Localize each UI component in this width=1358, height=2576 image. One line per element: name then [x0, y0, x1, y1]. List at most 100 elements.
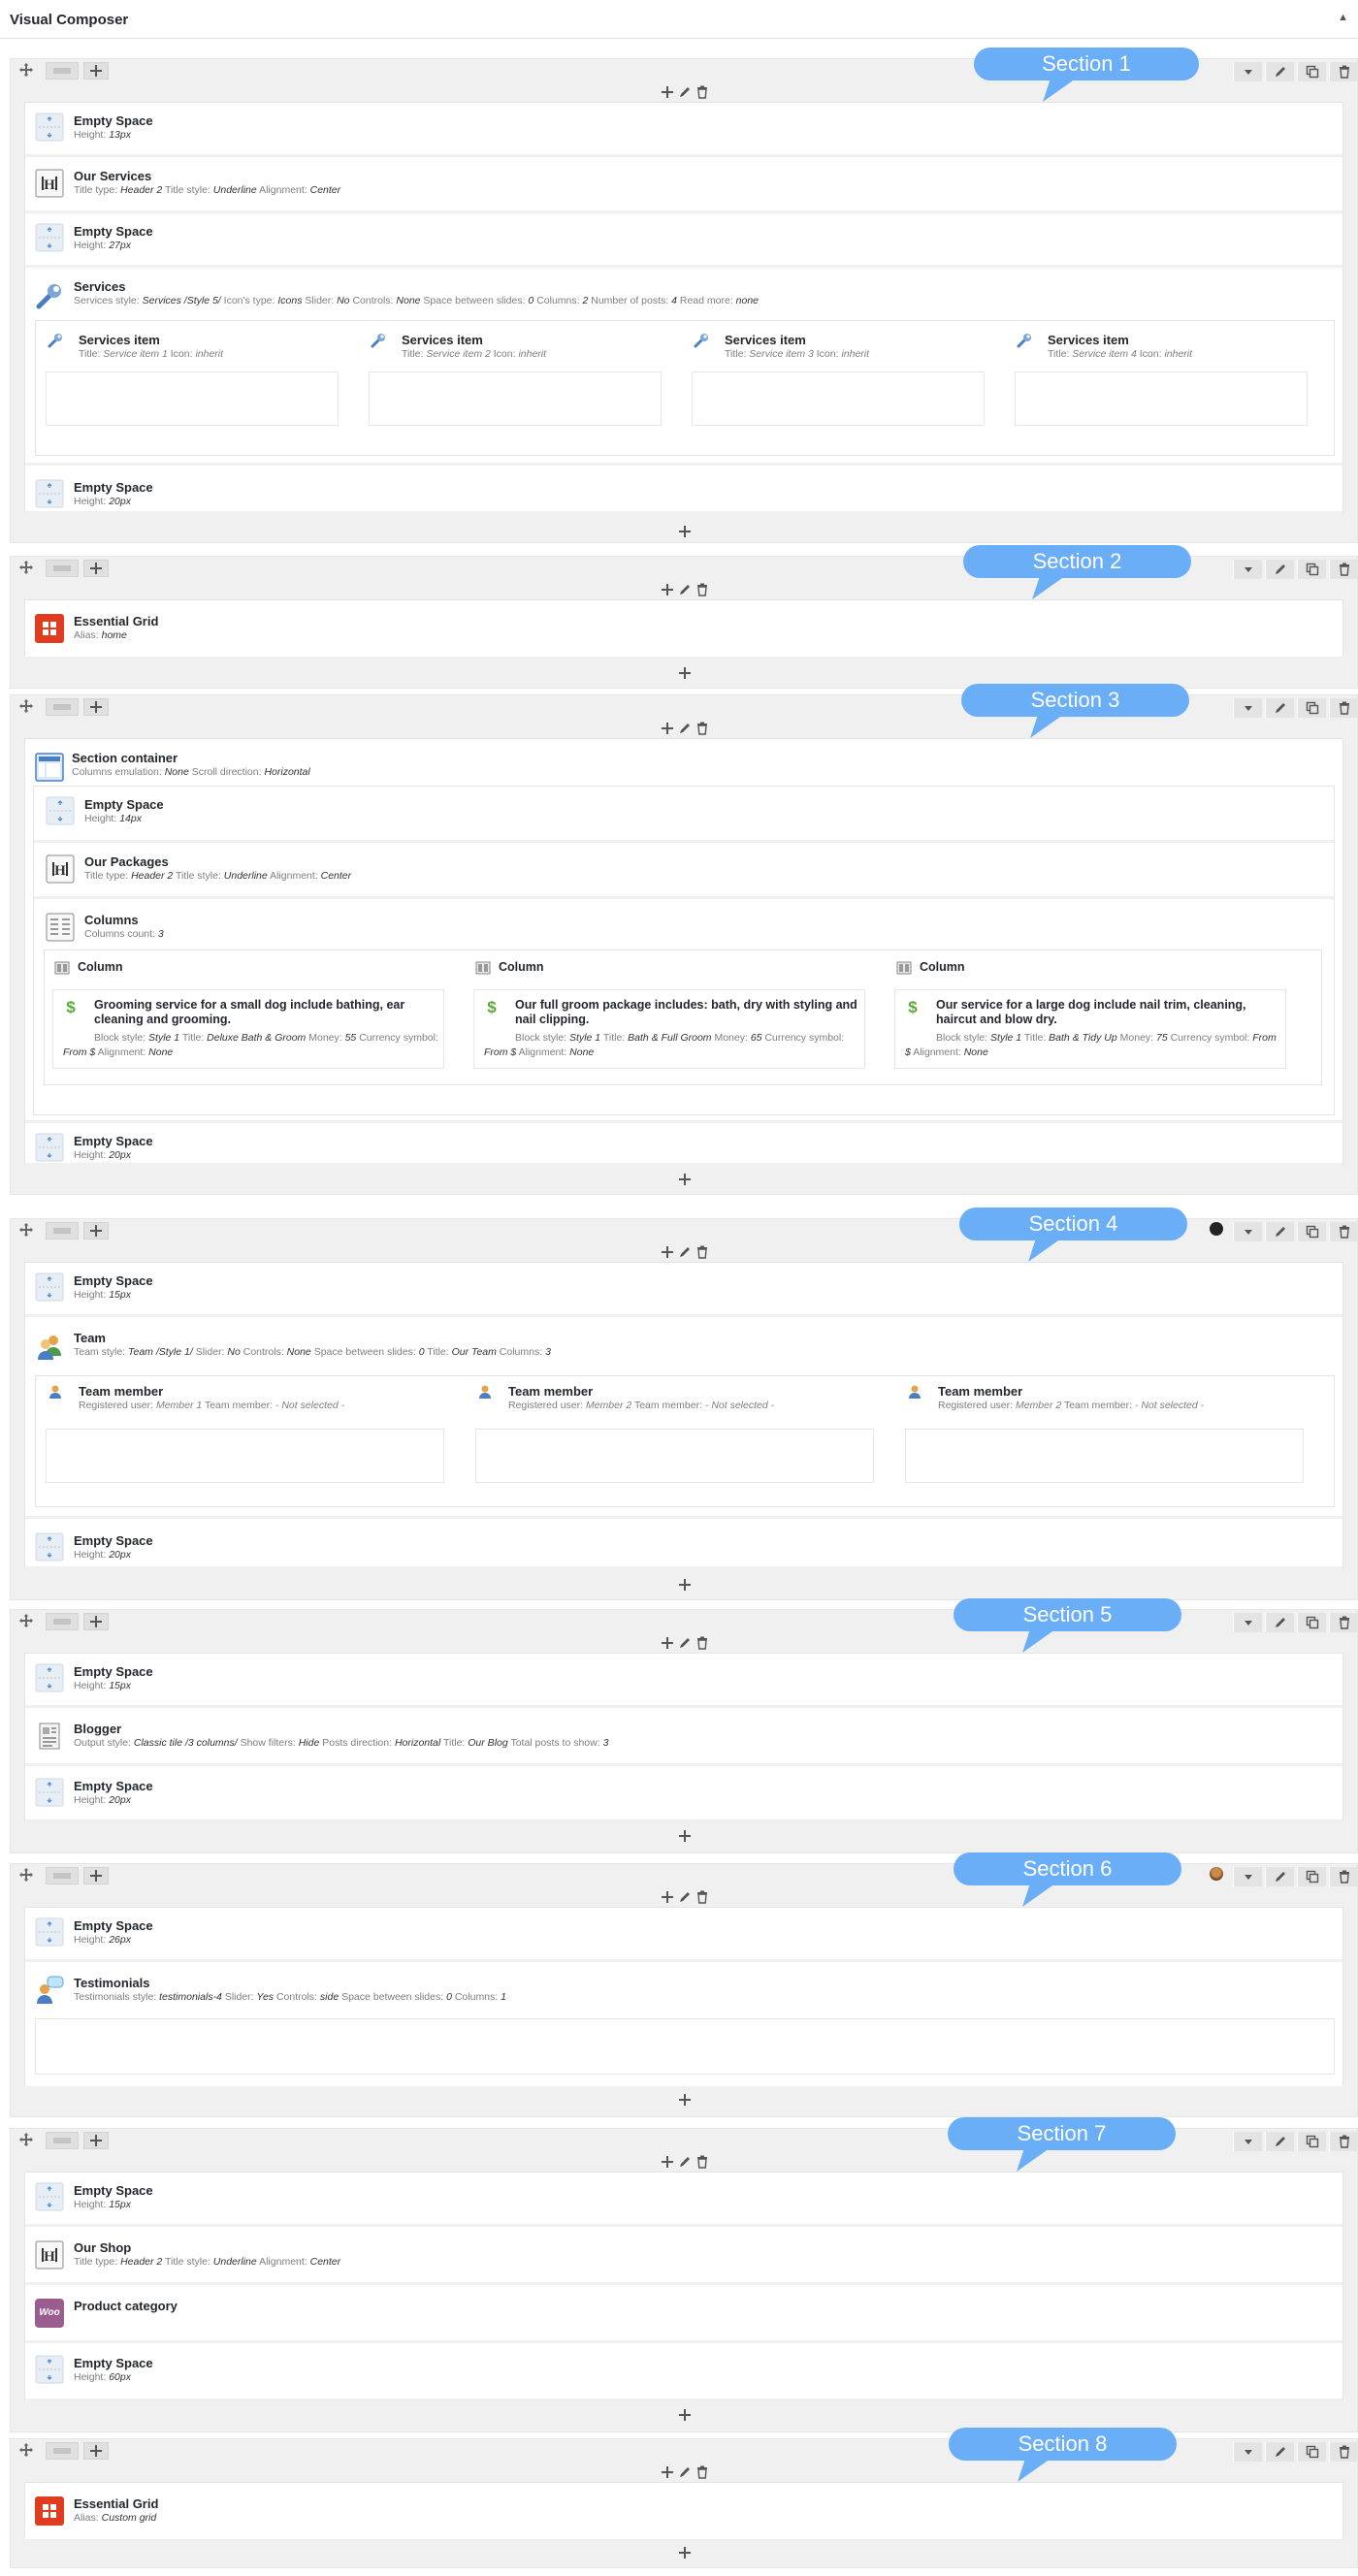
- team-member-name[interactable]: Team member: [938, 1384, 1022, 1399]
- edit-column-icon[interactable]: [676, 583, 694, 598]
- services-item-dropzone[interactable]: [46, 371, 339, 426]
- essential-grid-element[interactable]: Essential Grid Alias: Custom grid: [25, 2483, 1342, 2539]
- add-column-button[interactable]: [83, 2442, 109, 2460]
- row-background-image-icon[interactable]: [1210, 1867, 1223, 1881]
- heading-element[interactable]: H Our Packages Title type: Header 2 Title …: [34, 843, 1334, 899]
- empty-space-element[interactable]: Empty Space Height: 13px: [25, 103, 1342, 157]
- heading-element[interactable]: H Our Shop Title type: Header 2 Title styl…: [25, 2229, 1342, 2285]
- services-element[interactable]: Services Services style: Services /Style …: [25, 268, 1342, 466]
- row-clone-button[interactable]: [1297, 62, 1326, 81]
- edit-column-icon[interactable]: [676, 2155, 694, 2171]
- delete-column-icon[interactable]: [694, 2155, 711, 2171]
- move-icon[interactable]: [18, 2132, 34, 2147]
- delete-column-icon[interactable]: [694, 85, 711, 101]
- add-element-icon[interactable]: [659, 1245, 676, 1261]
- row-edit-button[interactable]: [1265, 2442, 1294, 2462]
- services-item-name[interactable]: Services item: [1048, 333, 1129, 347]
- row-clone-button[interactable]: [1297, 2132, 1326, 2151]
- collapse-toggle-icon[interactable]: ▲: [1338, 12, 1348, 23]
- add-element-button[interactable]: [11, 1829, 1358, 1847]
- row-clone-button[interactable]: [1297, 1222, 1326, 1241]
- row-delete-button[interactable]: [1329, 1222, 1358, 1241]
- add-element-button[interactable]: [11, 1173, 1358, 1190]
- row-delete-button[interactable]: [1329, 560, 1358, 579]
- add-element-icon[interactable]: [659, 583, 676, 598]
- row-clone-button[interactable]: [1297, 1613, 1326, 1632]
- row-clone-button[interactable]: [1297, 560, 1326, 579]
- services-item-name[interactable]: Services item: [79, 333, 160, 347]
- column-name[interactable]: Column: [78, 960, 123, 974]
- move-icon[interactable]: [18, 1222, 34, 1238]
- row-layout-button[interactable]: [46, 698, 79, 716]
- row-edit-button[interactable]: [1265, 1613, 1294, 1632]
- move-icon[interactable]: [18, 698, 34, 714]
- essential-grid-element[interactable]: Essential Grid Alias: home: [25, 600, 1342, 657]
- add-element-button[interactable]: [11, 2546, 1358, 2563]
- row-layout-button[interactable]: [46, 62, 79, 80]
- row-clone-button[interactable]: [1297, 1867, 1326, 1886]
- row-layout-button[interactable]: [46, 2442, 79, 2460]
- add-column-button[interactable]: [83, 1867, 109, 1884]
- move-icon[interactable]: [18, 560, 34, 575]
- services-item-dropzone[interactable]: [692, 371, 985, 426]
- edit-column-icon[interactable]: [676, 2465, 694, 2481]
- row-layout-button[interactable]: [46, 560, 79, 577]
- row-toggle-button[interactable]: [1233, 1613, 1262, 1632]
- heading-element[interactable]: H Our Services Title type: Header 2 Title …: [25, 157, 1342, 213]
- services-item-dropzone[interactable]: [369, 371, 662, 426]
- row-layout-button[interactable]: [46, 1613, 79, 1630]
- row-delete-button[interactable]: [1329, 1613, 1358, 1632]
- team-member-name[interactable]: Team member: [79, 1384, 163, 1399]
- row-delete-button[interactable]: [1329, 2132, 1358, 2151]
- empty-space-element[interactable]: Empty Space Height: 20px: [25, 469, 1342, 514]
- add-column-button[interactable]: [83, 698, 109, 716]
- price-block-element[interactable]: $ Grooming service for a small dog includ…: [52, 989, 444, 1069]
- empty-space-element[interactable]: Empty Space Height: 15px: [25, 1654, 1342, 1708]
- delete-column-icon[interactable]: [694, 1636, 711, 1652]
- product-category-element[interactable]: Woo Product category: [25, 2287, 1342, 2343]
- delete-column-icon[interactable]: [694, 1245, 711, 1261]
- row-clone-button[interactable]: [1297, 698, 1326, 718]
- team-member-name[interactable]: Team member: [508, 1384, 593, 1399]
- row-delete-button[interactable]: [1329, 62, 1358, 81]
- row-delete-button[interactable]: [1329, 2442, 1358, 2462]
- move-icon[interactable]: [18, 1613, 34, 1628]
- edit-column-icon[interactable]: [676, 722, 694, 737]
- testimonials-element[interactable]: Testimonials Testimonials style: testimon…: [25, 1964, 1342, 2086]
- empty-space-element[interactable]: Empty Space Height: 15px: [25, 2173, 1342, 2227]
- move-icon[interactable]: [18, 1867, 34, 1883]
- empty-space-element[interactable]: Empty Space Height: 26px: [25, 1908, 1342, 1962]
- row-layout-button[interactable]: [46, 1867, 79, 1884]
- column-name[interactable]: Column: [920, 960, 965, 974]
- team-member-dropzone[interactable]: [475, 1429, 874, 1483]
- blogger-element[interactable]: Blogger Output style: Classic tile /3 col…: [25, 1710, 1342, 1766]
- delete-column-icon[interactable]: [694, 583, 711, 598]
- empty-space-element[interactable]: Empty Space Height: 20px: [25, 1768, 1342, 1822]
- add-element-button[interactable]: [11, 666, 1358, 684]
- add-column-button[interactable]: [83, 560, 109, 577]
- add-element-icon[interactable]: [659, 722, 676, 737]
- row-edit-button[interactable]: [1265, 2132, 1294, 2151]
- add-column-button[interactable]: [83, 1613, 109, 1630]
- delete-column-icon[interactable]: [694, 1890, 711, 1906]
- team-member-dropzone[interactable]: [46, 1429, 444, 1483]
- edit-column-icon[interactable]: [676, 85, 694, 101]
- price-block-element[interactable]: $ Our full groom package includes: bath, …: [473, 989, 865, 1069]
- row-edit-button[interactable]: [1265, 560, 1294, 579]
- add-element-icon[interactable]: [659, 85, 676, 101]
- column-name[interactable]: Column: [499, 960, 544, 974]
- delete-column-icon[interactable]: [694, 722, 711, 737]
- row-layout-button[interactable]: [46, 2132, 79, 2149]
- add-element-button[interactable]: [11, 525, 1358, 542]
- row-edit-button[interactable]: [1265, 62, 1294, 81]
- empty-space-element[interactable]: Empty Space Height: 27px: [25, 213, 1342, 268]
- services-item-name[interactable]: Services item: [725, 333, 806, 347]
- price-block-element[interactable]: $ Our service for a large dog include nai…: [894, 989, 1286, 1069]
- row-toggle-button[interactable]: [1233, 698, 1262, 718]
- services-item-name[interactable]: Services item: [402, 333, 483, 347]
- edit-column-icon[interactable]: [676, 1245, 694, 1261]
- row-toggle-button[interactable]: [1233, 560, 1262, 579]
- add-element-icon[interactable]: [659, 2155, 676, 2171]
- delete-column-icon[interactable]: [694, 2465, 711, 2481]
- move-icon[interactable]: [18, 2442, 34, 2458]
